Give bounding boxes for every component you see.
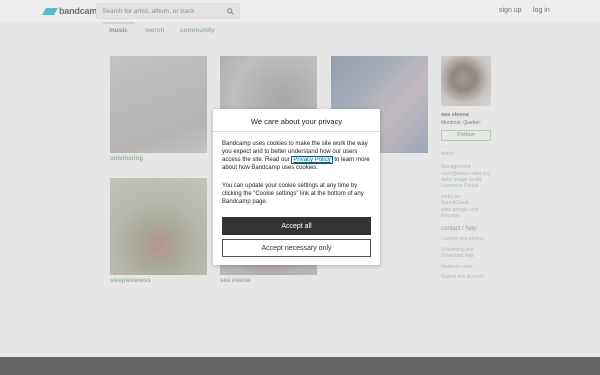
dialog-title: We care about your privacy [250,117,343,126]
divider [213,131,380,132]
cookie-consent-dialog: We care about your privacy Bandcamp uses… [213,109,380,265]
cookie-settings-text: You can update your cookie settings at a… [222,183,364,205]
privacy-policy-link[interactable]: Privacy Policy [291,156,333,164]
accept-all-button[interactable]: Accept all [222,217,371,235]
cookie-info-text: Bandcamp uses cookies to make the site w… [222,140,372,172]
accept-necessary-button[interactable]: Accept necessary only [222,239,371,257]
